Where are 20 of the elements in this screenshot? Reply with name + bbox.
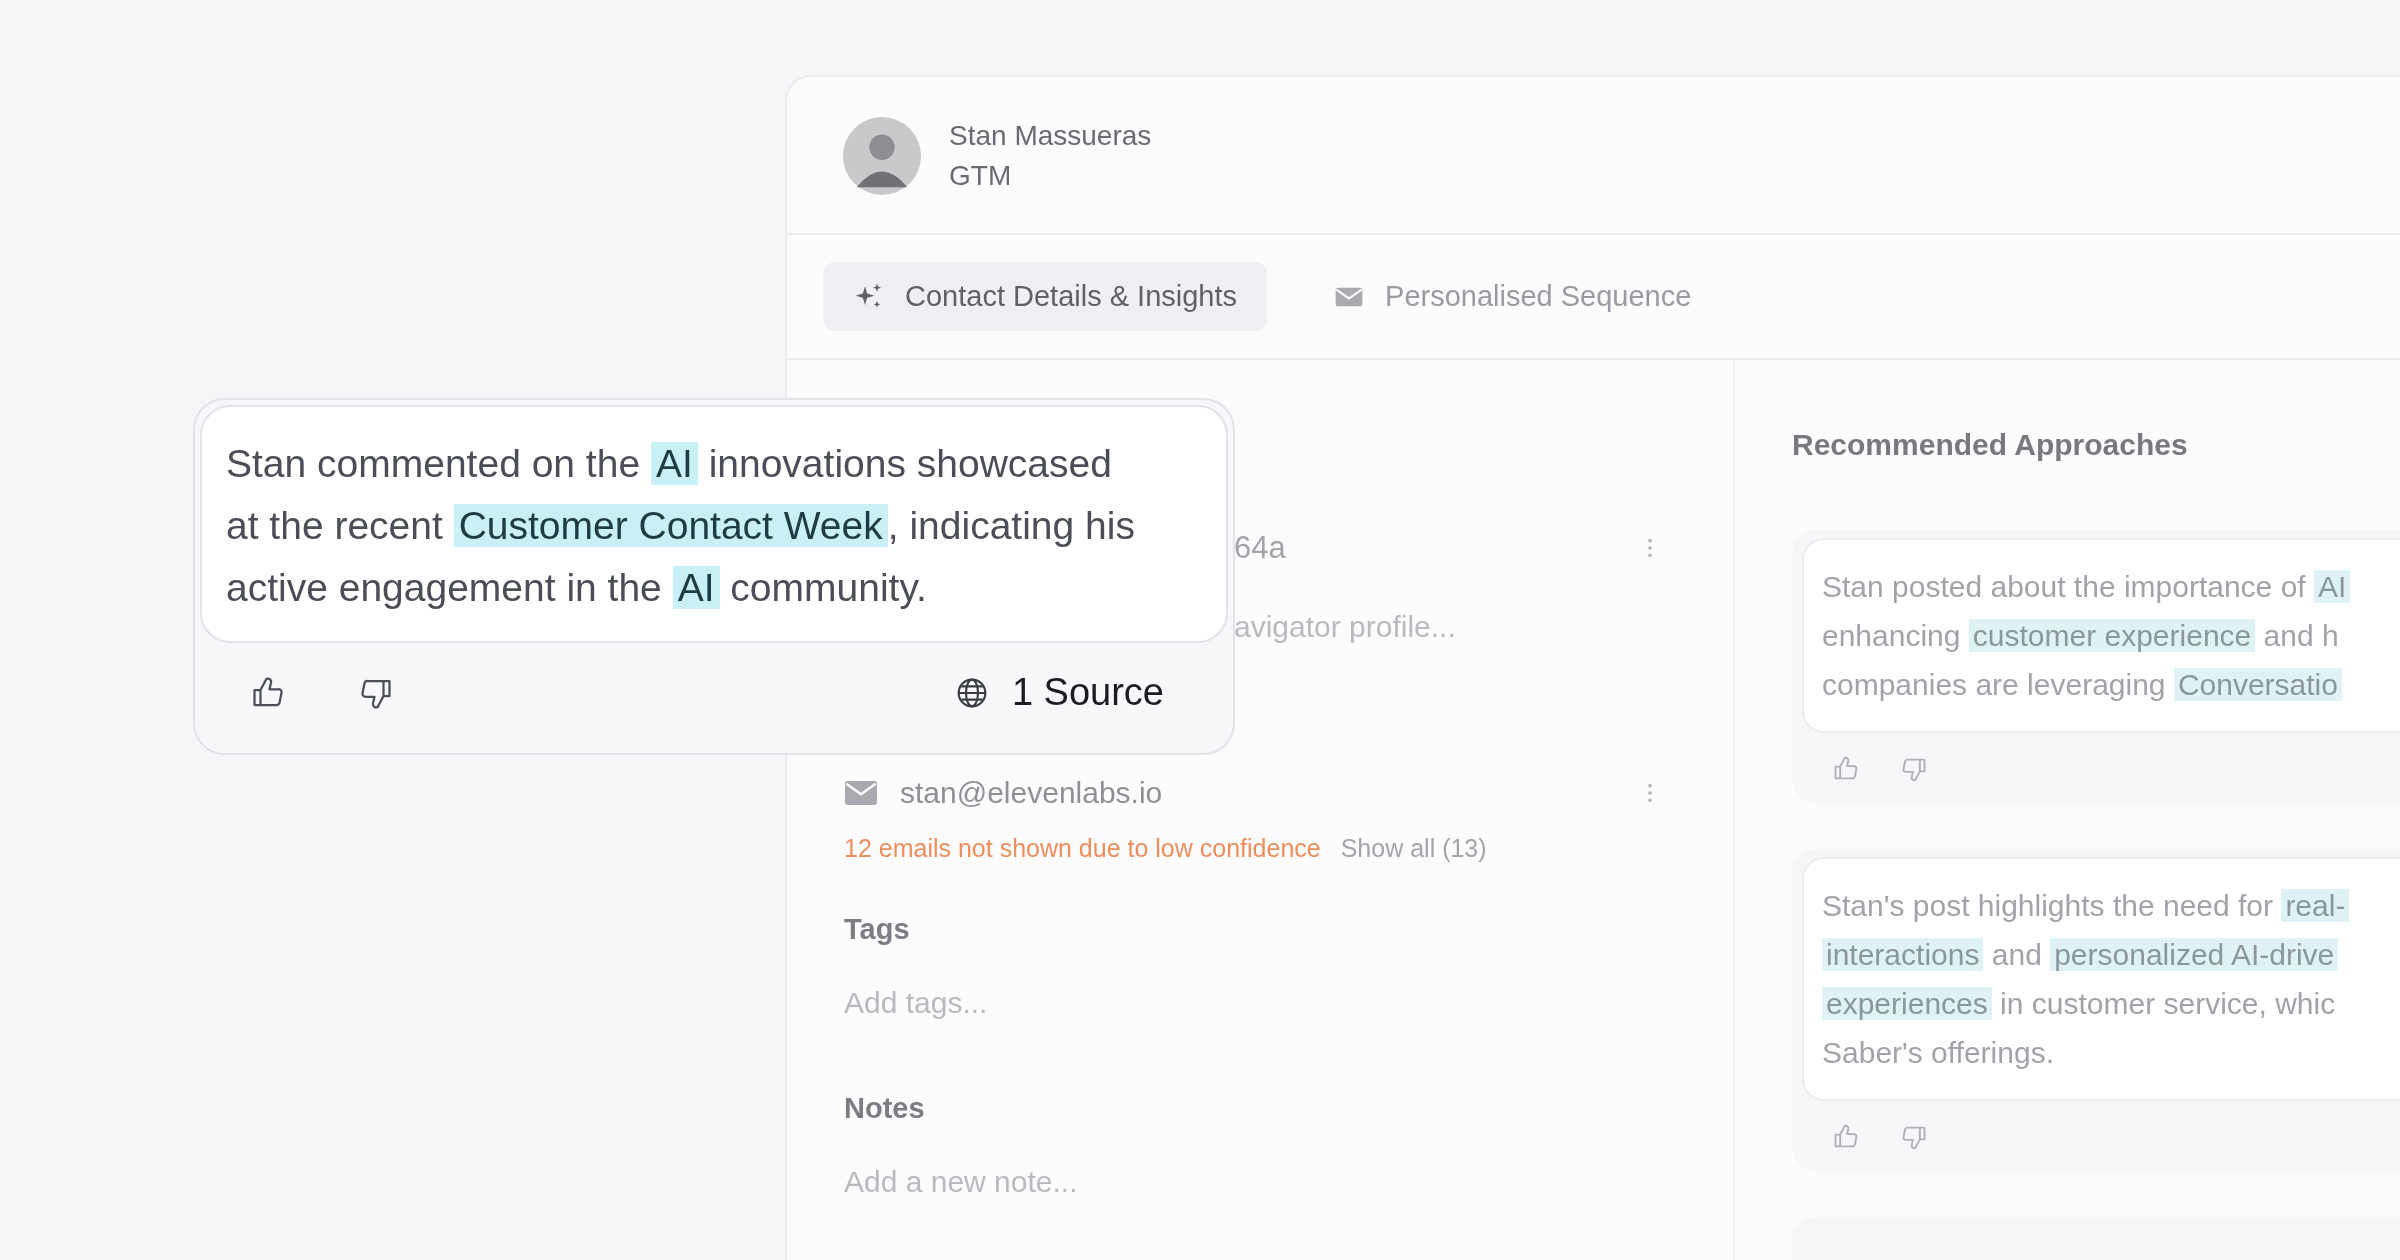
profile-url-field[interactable]: avigator profile... bbox=[1234, 610, 1634, 644]
approach-text: Stan's post highlights the need for real- interactions and personalized AI-drive experiences in customer service, whic Saber's offerings. bbox=[1822, 881, 2400, 1077]
more-icon[interactable] bbox=[1647, 537, 1653, 559]
notes-label: Notes bbox=[844, 1092, 926, 1125]
note-field[interactable]: Add a new note... bbox=[844, 1165, 1653, 1199]
tags-label: Tags bbox=[844, 913, 911, 946]
tags-field[interactable]: Add tags... bbox=[844, 986, 1653, 1020]
linkedin-id: 64a bbox=[1234, 530, 1286, 566]
approach-text: Stan posted about the importance of AI enhancing customer experience and h companies are leveraging Conversatio bbox=[1822, 562, 2400, 709]
email-address: stan@elevenlabs.io bbox=[900, 776, 1163, 810]
email-warning: 12 emails not shown due to low confidence bbox=[844, 834, 1321, 863]
mail-icon bbox=[844, 781, 878, 805]
contact-name: Stan Massueras bbox=[949, 120, 1152, 152]
contact-role: GTM bbox=[949, 160, 1013, 192]
section-title: Recommended Approaches bbox=[1792, 428, 2189, 462]
more-icon[interactable] bbox=[1647, 782, 1653, 804]
insight-text: Stan commented on the AI innovations showcased at the recent Customer Contact Week, indicating his active engagement in the AI community. bbox=[226, 441, 1136, 611]
globe-icon bbox=[955, 676, 988, 709]
source-button[interactable]: 1 Source bbox=[955, 671, 1164, 714]
tab[interactable]: Contact Details & Insights bbox=[823, 262, 1268, 331]
